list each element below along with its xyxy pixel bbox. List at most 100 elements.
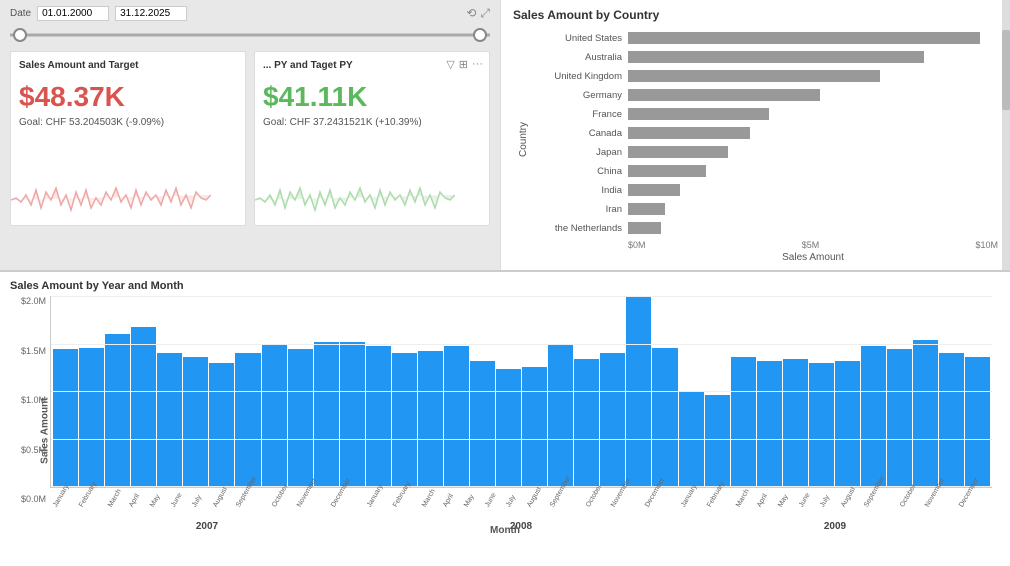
bar-fill xyxy=(628,184,680,196)
column-bar xyxy=(53,349,78,487)
sales-amount-target-card: Sales Amount and Target $48.37K Goal: CH… xyxy=(10,51,246,226)
scrollbar[interactable] xyxy=(1002,0,1010,270)
x-month-label: July xyxy=(191,488,207,509)
column-bar xyxy=(209,363,234,487)
column-bar xyxy=(731,357,756,487)
x-month-label: July xyxy=(819,488,835,509)
bar-x-title: Sales Amount xyxy=(533,252,998,263)
column-bar xyxy=(131,327,156,487)
column-chart-title: Sales Amount by Year and Month xyxy=(10,280,1000,292)
slider-thumb-right[interactable] xyxy=(473,28,487,42)
card2-sparkline xyxy=(255,170,455,225)
bar-country-label: India xyxy=(533,185,628,196)
bar-fill xyxy=(628,70,880,82)
x-month-label: June xyxy=(170,488,186,509)
date-label: Date xyxy=(10,8,31,19)
column-bar xyxy=(183,357,208,487)
bar-y-axis-container: Country xyxy=(513,30,533,250)
bar-country-label: United States xyxy=(533,33,628,44)
bar-chart-rows: United States Australia United Kingdom Germ… xyxy=(533,30,998,236)
more-icon[interactable]: ··· xyxy=(472,58,483,71)
bar-fill xyxy=(628,108,769,120)
bar-track xyxy=(628,108,998,120)
y-tick-0m: $0.0M xyxy=(21,494,46,504)
card1-kpi: $48.37K xyxy=(19,81,237,113)
bar-country-label: United Kingdom xyxy=(533,71,628,82)
date-start-input[interactable] xyxy=(37,6,109,21)
x-month-label: May xyxy=(777,488,793,509)
bar-row: India xyxy=(533,182,998,198)
axis-tick-0: $0M xyxy=(628,240,646,250)
slider-fill xyxy=(10,34,490,37)
reset-icon[interactable]: ⟲ xyxy=(466,6,476,21)
column-bar xyxy=(652,348,677,487)
bars-group xyxy=(51,296,992,487)
bar-row: Canada xyxy=(533,125,998,141)
bar-row: Australia xyxy=(533,49,998,65)
bar-fill xyxy=(628,32,980,44)
column-bar xyxy=(835,361,860,487)
year-labels: 2007 2008 2009 xyxy=(50,521,992,532)
year-2009: 2009 xyxy=(678,521,992,532)
x-month-label: March xyxy=(421,488,437,509)
bar-country-label: Australia xyxy=(533,52,628,63)
column-chart-container: Sales Amount $2.0M $1.5M $1.0M $0.5M $0.… xyxy=(10,296,1000,536)
column-bar xyxy=(965,357,990,487)
x-month-label: July xyxy=(505,488,521,509)
bar-country-label: Iran xyxy=(533,204,628,215)
y-tick-1m: $1.0M xyxy=(21,395,46,405)
x-label-group: JanuaryFebruaryMarchAprilMayJuneJulyAugu… xyxy=(678,503,992,512)
card2-toolbar: ▽ ⊞ ··· xyxy=(446,58,483,71)
column-bar xyxy=(757,361,782,487)
bar-chart-title: Sales Amount by Country xyxy=(513,8,998,22)
y-axis-labels: $2.0M $1.5M $1.0M $0.5M $0.0M xyxy=(10,296,50,506)
column-bar xyxy=(262,344,287,487)
scrollbar-thumb[interactable] xyxy=(1002,30,1010,110)
x-axis-labels: JanuaryFebruaryMarchAprilMayJuneJulyAugu… xyxy=(50,503,992,512)
column-bar xyxy=(887,349,912,487)
slider-thumb-left[interactable] xyxy=(13,28,27,42)
expand-icon[interactable]: ⤢ xyxy=(480,6,490,21)
filter-icon[interactable]: ▽ xyxy=(446,58,454,71)
table-icon[interactable]: ⊞ xyxy=(459,58,468,71)
column-bar xyxy=(626,296,651,487)
column-bar xyxy=(496,369,521,487)
column-bar xyxy=(679,392,704,488)
bar-row: Iran xyxy=(533,201,998,217)
bar-country-label: China xyxy=(533,166,628,177)
bar-x-axis: $0M $5M $10M xyxy=(533,240,998,250)
bar-row: the Netherlands xyxy=(533,220,998,236)
column-bar xyxy=(157,353,182,487)
x-month-label: March xyxy=(107,488,123,509)
bar-country-label: Canada xyxy=(533,128,628,139)
column-bar xyxy=(79,348,104,487)
bar-fill xyxy=(628,165,706,177)
x-month-label: April xyxy=(128,488,144,509)
card2-kpi: $41.11K xyxy=(263,81,481,113)
x-month-label: June xyxy=(798,488,814,509)
bar-track xyxy=(628,70,998,82)
date-slider[interactable] xyxy=(10,25,490,45)
top-section: Date ⟲ ⤢ Sales Amount and Target $48.37K… xyxy=(0,0,1010,270)
card2-goal: Goal: CHF 37.2431521K (+10.39%) xyxy=(263,117,481,128)
column-bar xyxy=(444,346,469,487)
column-bar xyxy=(314,342,339,487)
axis-tick-10: $10M xyxy=(975,240,998,250)
bar-chart-area: Country United States Australia United Kin… xyxy=(513,30,998,250)
column-bar xyxy=(288,349,313,487)
bar-fill xyxy=(628,203,665,215)
date-end-input[interactable] xyxy=(115,6,187,21)
card1-goal: Goal: CHF 53.204503K (-9.09%) xyxy=(19,117,237,128)
column-bar xyxy=(418,351,443,487)
bar-row: United States xyxy=(533,30,998,46)
cards-row: Sales Amount and Target $48.37K Goal: CH… xyxy=(10,51,490,226)
x-month-label: May xyxy=(149,488,165,509)
bottom-section: Sales Amount by Year and Month Sales Amo… xyxy=(0,270,1010,566)
bar-chart-panel: Sales Amount by Country Country United S… xyxy=(500,0,1010,270)
x-label-group: JanuaryFebruaryMarchAprilMayJuneJulyAugu… xyxy=(50,503,364,512)
bar-row: China xyxy=(533,163,998,179)
bar-row: Germany xyxy=(533,87,998,103)
y-tick-15m: $1.5M xyxy=(21,346,46,356)
column-bar xyxy=(470,361,495,487)
bar-fill xyxy=(628,146,728,158)
